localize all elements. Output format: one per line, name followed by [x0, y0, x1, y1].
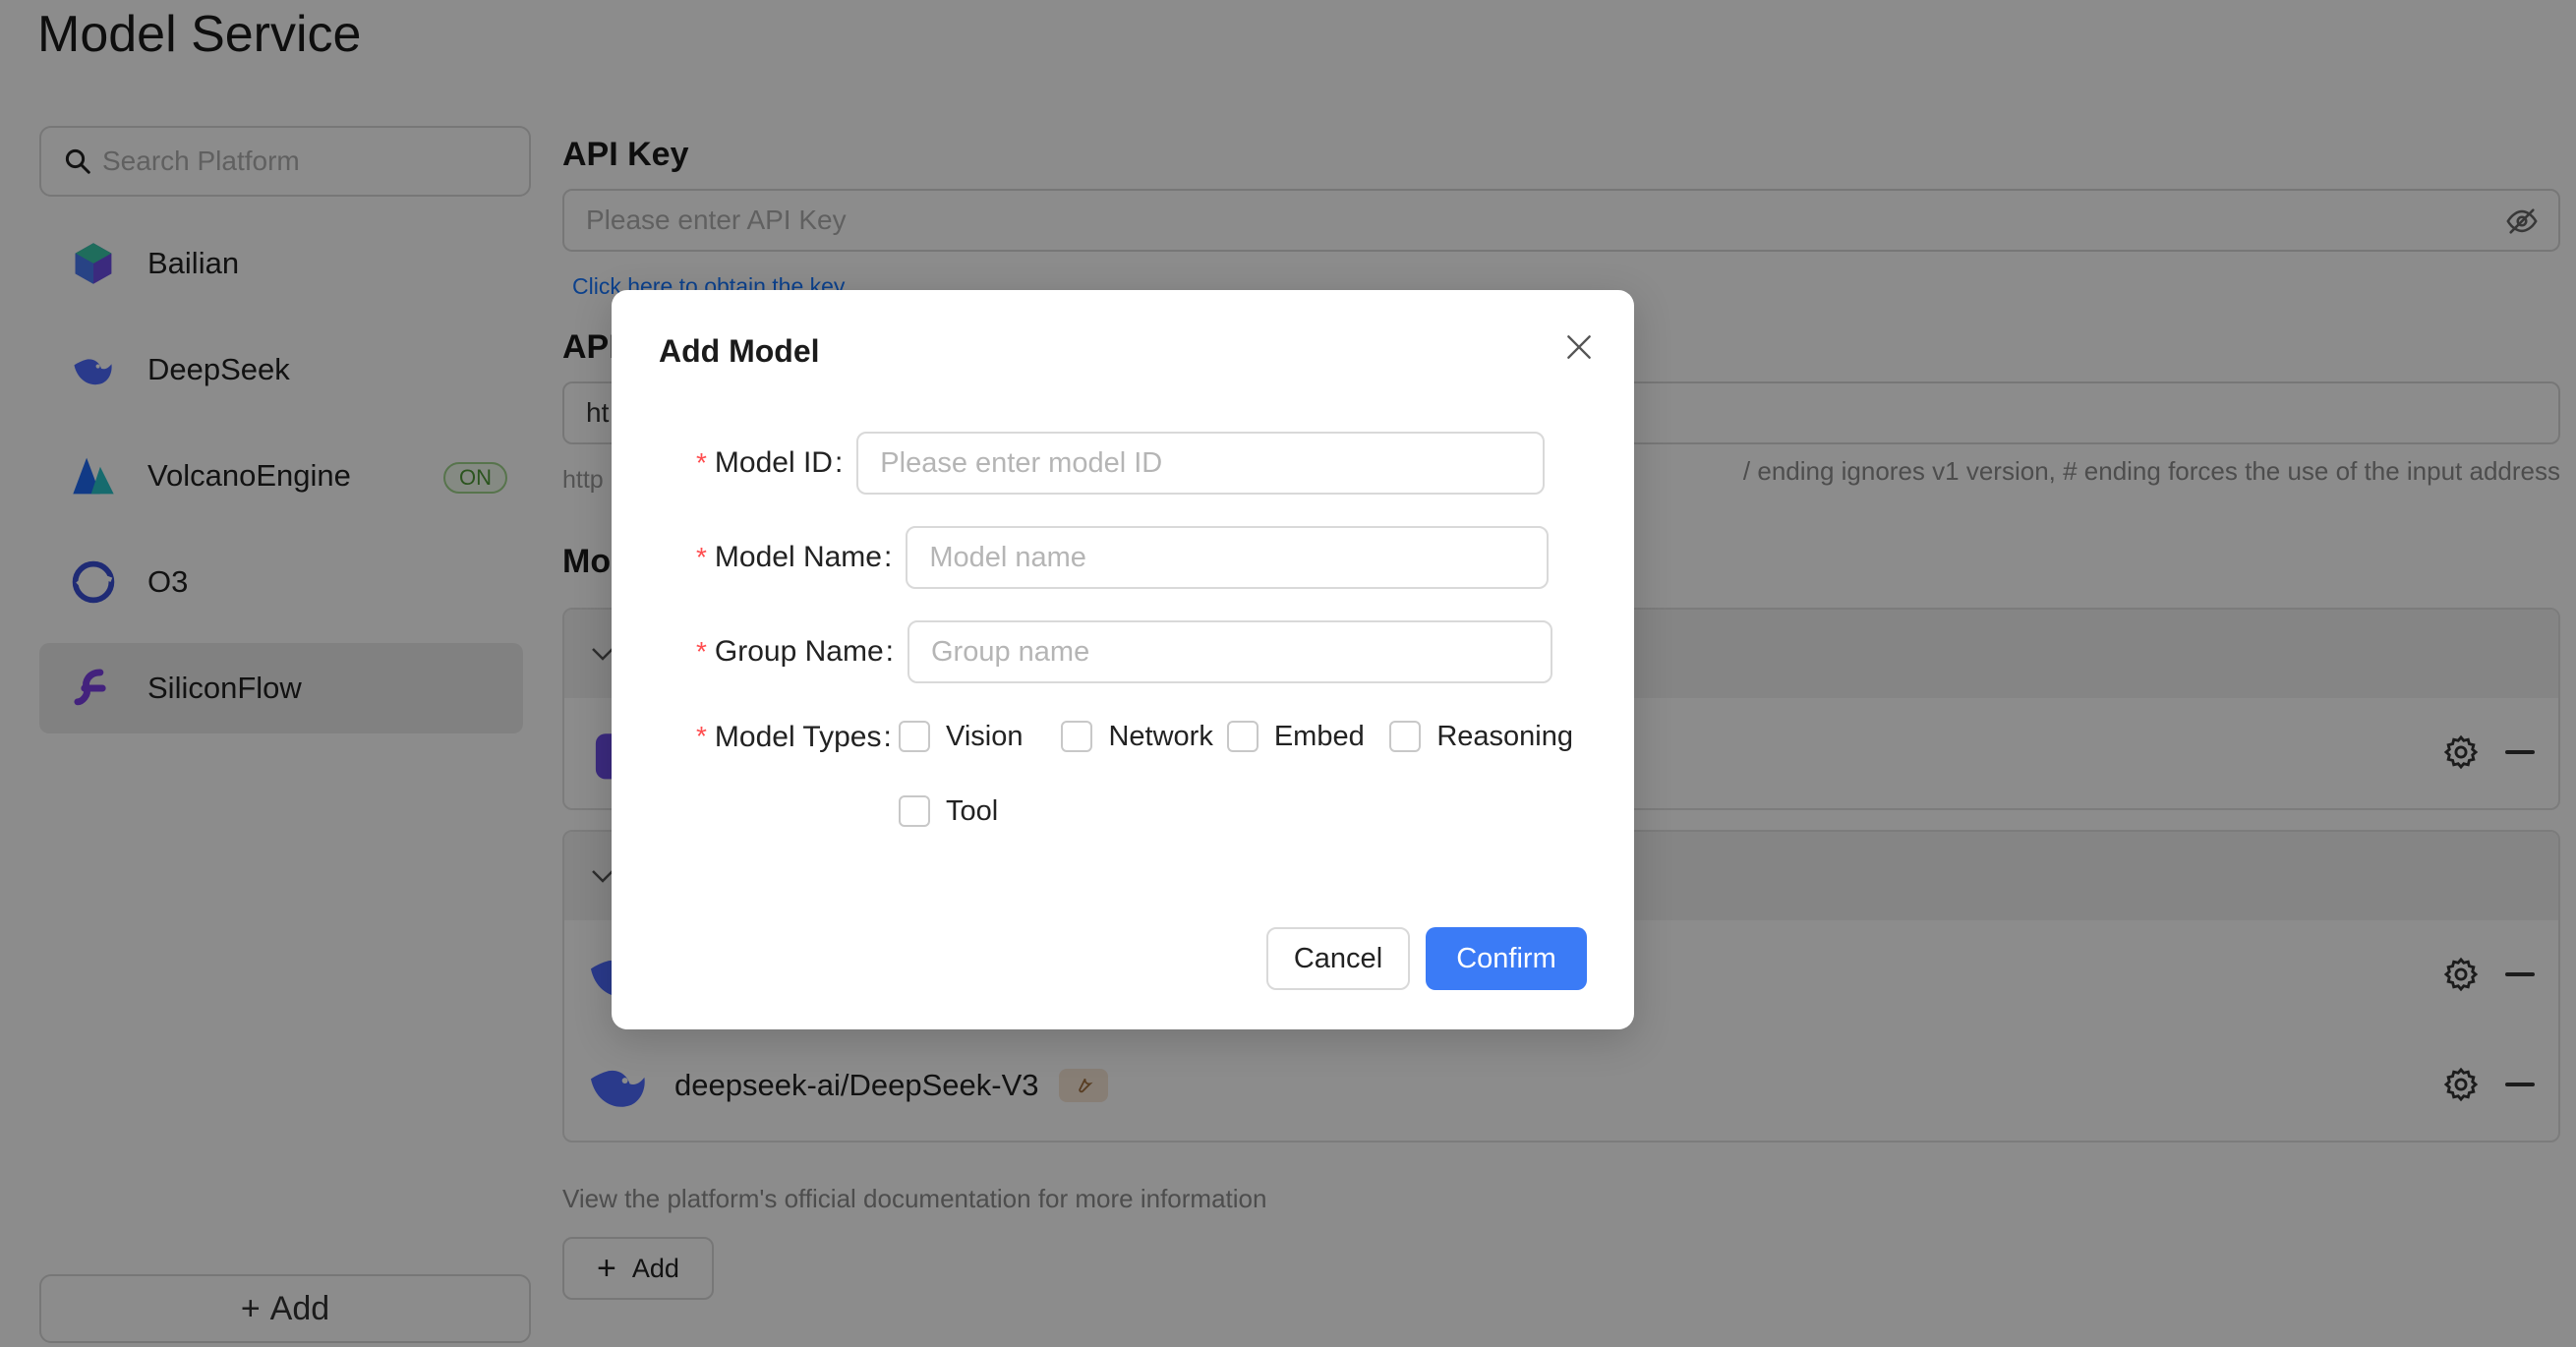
checkbox-label: Vision — [946, 720, 1024, 752]
vision-checkbox[interactable]: Vision — [899, 721, 1047, 753]
model-name-label: Model Name — [714, 541, 882, 573]
model-types-group: Vision Network Embed Reasoning Tool — [899, 717, 1587, 831]
checkbox-box[interactable] — [1226, 721, 1259, 752]
checkbox-label: Reasoning — [1436, 720, 1573, 752]
checkbox-box[interactable] — [1389, 721, 1422, 752]
required-mark: * — [696, 447, 707, 478]
checkbox-box[interactable] — [1061, 721, 1093, 752]
model-name-row: * Model Name : — [696, 526, 1550, 589]
dialog-title: Add Model — [659, 333, 820, 369]
checkbox-label: Network — [1108, 720, 1213, 752]
group-name-row: * Group Name : — [696, 620, 1552, 683]
model-id-row: * Model ID : — [696, 432, 1546, 495]
checkbox-line: Tool — [899, 791, 1587, 831]
required-mark: * — [696, 721, 707, 751]
model-types-row: * Model Types : — [696, 721, 906, 754]
confirm-button[interactable]: Confirm — [1426, 927, 1587, 990]
model-types-label: Model Types — [714, 721, 882, 753]
group-name-input[interactable] — [907, 620, 1552, 683]
required-mark: * — [696, 636, 707, 667]
add-model-dialog: Add Model * Model ID : * Model Name : * … — [612, 290, 1634, 1029]
label-colon: : — [834, 446, 844, 479]
reasoning-checkbox[interactable]: Reasoning — [1389, 721, 1573, 753]
checkbox-line: Vision Network Embed Reasoning — [899, 717, 1587, 756]
required-mark: * — [696, 542, 707, 572]
group-name-label: Group Name — [714, 635, 884, 668]
checkbox-label: Embed — [1273, 720, 1365, 752]
model-service-page: Model Service Bailian — [0, 0, 2576, 1347]
checkbox-box[interactable] — [899, 721, 930, 752]
cancel-button[interactable]: Cancel — [1266, 927, 1410, 990]
model-id-input[interactable] — [856, 432, 1546, 495]
checkbox-box[interactable] — [899, 795, 930, 827]
label-colon: : — [883, 541, 893, 573]
network-checkbox[interactable]: Network — [1061, 720, 1213, 753]
model-name-input[interactable] — [906, 526, 1550, 589]
checkbox-label: Tool — [946, 794, 999, 827]
label-colon: : — [885, 635, 894, 668]
close-icon[interactable] — [1563, 331, 1595, 363]
model-id-label: Model ID — [714, 446, 833, 479]
label-colon: : — [883, 721, 892, 753]
tool-checkbox[interactable]: Tool — [899, 795, 998, 828]
embed-checkbox[interactable]: Embed — [1226, 720, 1376, 753]
